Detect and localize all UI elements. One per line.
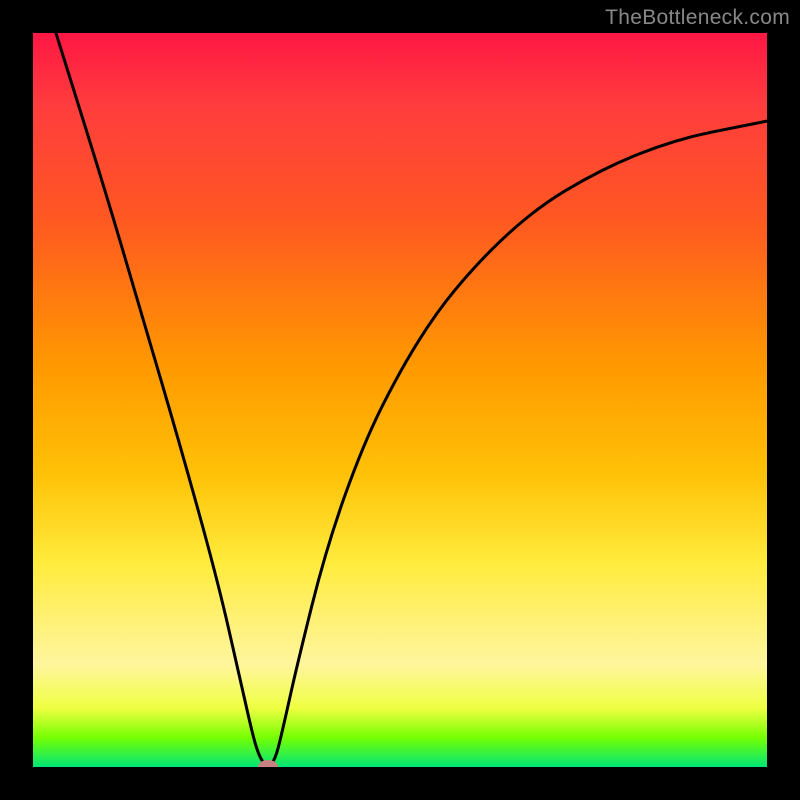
- optimal-point-marker: [258, 760, 278, 767]
- plot-area: [33, 33, 767, 767]
- curve-svg: [33, 33, 767, 767]
- bottleneck-curve: [33, 33, 767, 765]
- watermark-text: TheBottleneck.com: [605, 6, 790, 30]
- chart-frame: TheBottleneck.com: [0, 0, 800, 800]
